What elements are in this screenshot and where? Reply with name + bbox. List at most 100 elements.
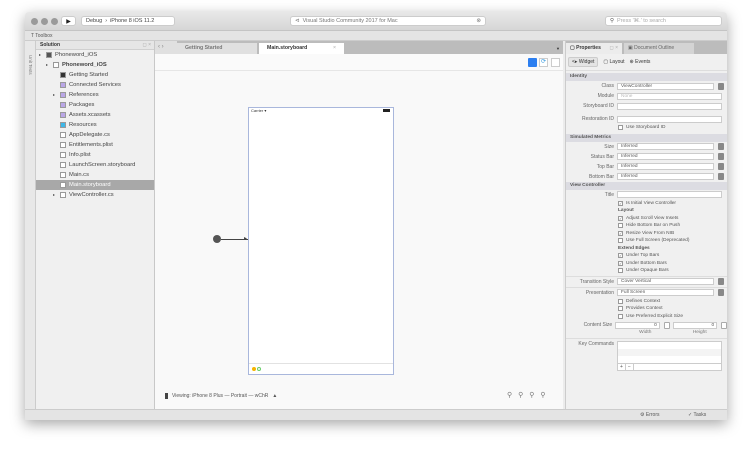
checkbox[interactable] xyxy=(618,125,623,131)
tab-overflow-icon[interactable]: ▼ xyxy=(556,46,560,51)
use-storyboard-id-checkbox[interactable]: Use Storyboard ID xyxy=(566,124,727,132)
cancel-icon[interactable]: ⊗ xyxy=(476,18,481,24)
search-input[interactable]: ⚲ Press '⌘.' to search xyxy=(605,16,722,26)
layout-option-checkbox[interactable]: Hide Bottom Bar on Push xyxy=(566,222,727,230)
checkbox[interactable] xyxy=(618,238,623,244)
tree-item[interactable]: AppDelegate.cs xyxy=(36,130,154,140)
tab-getting-started[interactable]: Getting Started xyxy=(177,43,257,54)
tree-item[interactable]: Getting Started xyxy=(36,70,154,80)
tree-item[interactable]: ▸ Phoneword_iOS xyxy=(36,50,154,60)
zoom-in-icon[interactable]: ⚲ xyxy=(529,391,534,399)
tree-item[interactable]: ▸ ViewController.cs xyxy=(36,190,154,200)
extend-edge-checkbox[interactable]: ✓ Under Top Bars xyxy=(566,252,727,260)
checkbox[interactable]: ✓ xyxy=(618,215,623,221)
entry-point-icon[interactable] xyxy=(213,235,221,243)
checkbox[interactable] xyxy=(618,313,623,319)
presentation-select[interactable]: Full Screen xyxy=(617,289,714,296)
checkbox[interactable] xyxy=(618,223,623,229)
zoom-out-icon[interactable]: ⚲ xyxy=(518,391,523,399)
checkbox[interactable] xyxy=(618,306,623,312)
remove-key-command-button[interactable]: − xyxy=(625,364,634,370)
select-arrows-icon[interactable] xyxy=(718,173,724,180)
layout-option-checkbox[interactable]: Use Full Screen (Deprecated) xyxy=(566,237,727,245)
layout-option-checkbox[interactable]: ✓ Resize View From NIB xyxy=(566,230,727,238)
transition-style-select[interactable]: Cover Vertical xyxy=(617,278,714,285)
initial-vc-checkbox[interactable]: ✓ Is Initial View Controller xyxy=(566,200,727,208)
storyboard-id-input[interactable] xyxy=(617,102,722,110)
frame-mode-button[interactable]: ⟳ xyxy=(539,58,548,67)
add-key-command-button[interactable]: + xyxy=(618,364,626,370)
restoration-id-input[interactable] xyxy=(617,115,722,123)
expander-icon[interactable]: ▸ xyxy=(53,190,57,200)
extend-edge-checkbox[interactable]: Under Opaque Bars xyxy=(566,267,727,275)
presentation-option-checkbox[interactable]: Defines Context xyxy=(566,298,727,306)
height-input[interactable]: 0 xyxy=(672,321,718,329)
close-window-button[interactable] xyxy=(31,18,38,25)
tree-item[interactable]: ▸ References xyxy=(36,90,154,100)
select-arrows-icon[interactable] xyxy=(718,163,724,170)
height-stepper[interactable] xyxy=(721,321,727,329)
unit-tests-strip[interactable]: Unit Tests xyxy=(25,41,36,409)
checkbox[interactable]: ✓ xyxy=(618,260,623,266)
title-input[interactable] xyxy=(617,191,722,198)
close-tab-icon[interactable]: × xyxy=(333,43,336,54)
select-arrows-icon[interactable] xyxy=(718,143,724,150)
nav-arrows[interactable]: ‹ › xyxy=(155,41,177,54)
select-arrows-icon[interactable] xyxy=(718,153,724,160)
select-arrows-icon[interactable] xyxy=(718,289,724,296)
tree-item[interactable]: Entitlements.plist xyxy=(36,140,154,150)
toolbox-bar[interactable]: T Toolbox xyxy=(25,31,727,41)
tree-item[interactable]: LaunchScreen.storyboard xyxy=(36,160,154,170)
config-selector[interactable]: Debug › iPhone 8 iOS 11.2 xyxy=(81,16,175,26)
checkbox[interactable] xyxy=(618,268,623,274)
tree-item[interactable]: Connected Services xyxy=(36,80,154,90)
tab-document-outline[interactable]: ▣ Document Outline xyxy=(624,43,694,54)
class-select[interactable]: ViewController xyxy=(617,82,714,90)
checkbox[interactable]: ✓ xyxy=(618,230,623,236)
subtab-widget[interactable]: <▸ Widget xyxy=(568,57,599,67)
tree-item[interactable]: Main.storyboard xyxy=(36,180,154,190)
run-button[interactable]: ▶ xyxy=(61,16,76,26)
key-commands-list[interactable]: + − xyxy=(617,341,722,371)
expander-icon[interactable]: ▸ xyxy=(53,90,57,100)
width-stepper[interactable] xyxy=(663,321,670,329)
tree-item[interactable]: Info.plist xyxy=(36,150,154,160)
extend-edge-checkbox[interactable]: ✓ Under Bottom Bars xyxy=(566,260,727,268)
tree-item[interactable]: Assets.xcassets xyxy=(36,110,154,120)
checkbox[interactable] xyxy=(618,298,623,304)
checkbox[interactable]: ✓ xyxy=(618,200,623,206)
layout-toggle-button[interactable] xyxy=(551,58,560,67)
view-controller-scene[interactable]: Carrier ▾ xyxy=(248,107,394,375)
minimize-window-button[interactable] xyxy=(41,18,48,25)
subtab-layout[interactable]: ▢ Layout xyxy=(603,59,624,65)
errors-button[interactable]: ⚙ Errors xyxy=(640,412,660,418)
tree-item[interactable]: ▸ Phoneword_iOS xyxy=(36,60,154,70)
module-input[interactable]: None xyxy=(617,92,722,100)
tree-item[interactable]: Main.cs xyxy=(36,170,154,180)
close-pad-icon[interactable]: ◻ × xyxy=(143,41,151,50)
select-arrows-icon[interactable] xyxy=(718,82,724,90)
constraints-mode-button[interactable] xyxy=(528,58,537,67)
presentation-option-checkbox[interactable]: Use Preferred Explicit Size xyxy=(566,313,727,321)
presentation-option-checkbox[interactable]: Provides Context xyxy=(566,305,727,313)
zoom-window-button[interactable] xyxy=(51,18,58,25)
tree-item[interactable]: Packages xyxy=(36,100,154,110)
zoom-fit-icon[interactable]: ⚲ xyxy=(507,391,512,399)
exit-icon[interactable] xyxy=(257,367,261,371)
simulated-3-select[interactable]: Inferred xyxy=(617,173,714,180)
expander-icon[interactable]: ▸ xyxy=(39,50,43,60)
tab-main-storyboard[interactable]: Main.storyboard × xyxy=(259,43,344,54)
zoom-actual-icon[interactable]: ⚲ xyxy=(540,391,545,399)
expander-icon[interactable]: ▸ xyxy=(46,60,50,70)
select-arrows-icon[interactable] xyxy=(718,278,724,285)
close-pad-icon[interactable]: ◻ × xyxy=(610,43,618,54)
tree-item[interactable]: Resources xyxy=(36,120,154,130)
viewing-selector[interactable]: Viewing: iPhone 8 Plus — Portrait — wChR… xyxy=(165,393,277,399)
subtab-events[interactable]: ⊕ Events xyxy=(630,59,651,65)
tab-properties[interactable]: ▢ Properties ◻ × xyxy=(566,43,622,54)
simulated-0-select[interactable]: Inferred xyxy=(617,143,714,150)
layout-option-checkbox[interactable]: ✓ Adjust Scroll View Insets xyxy=(566,215,727,223)
view-controller-icon[interactable] xyxy=(252,367,256,371)
width-input[interactable]: 0 xyxy=(615,321,660,329)
checkbox[interactable]: ✓ xyxy=(618,253,623,259)
